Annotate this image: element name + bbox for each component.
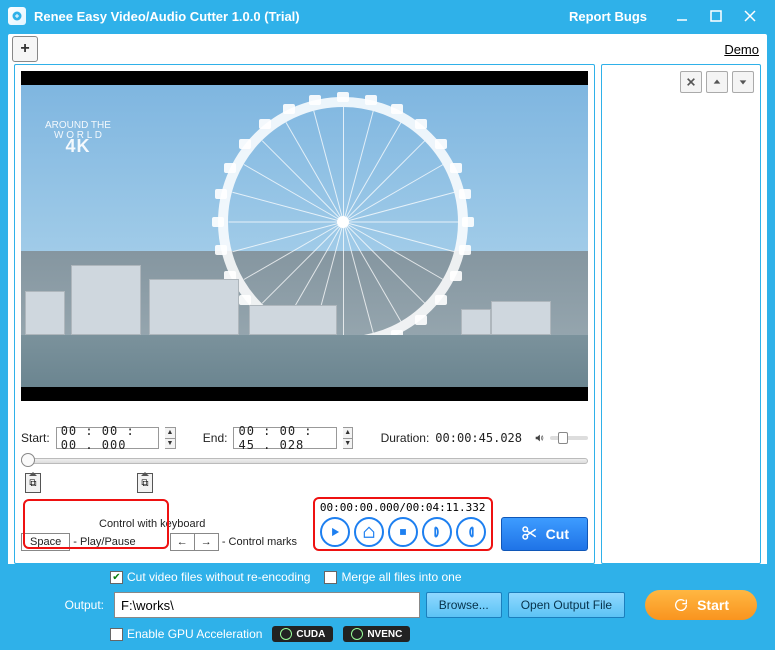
mark-out-button[interactable] [456, 517, 486, 547]
stop-button[interactable] [388, 517, 418, 547]
kbd-space: Space [21, 533, 70, 551]
mark-in-handle[interactable]: ⧉ [25, 473, 41, 493]
timeline[interactable]: ⧉ ⧉ [21, 453, 588, 495]
report-bugs-link[interactable]: Report Bugs [569, 9, 647, 24]
duration-label: Duration: [381, 431, 430, 445]
video-panel: AROUND THE W O R L D 4K [14, 64, 595, 564]
close-button[interactable] [733, 0, 767, 32]
duration-value: 00:00:45.028 [435, 431, 522, 445]
highlight-playback: 00:00:00.000/00:04:11.332 [313, 497, 493, 551]
add-file-button[interactable]: + [12, 36, 38, 62]
play-button[interactable] [320, 517, 350, 547]
browse-button[interactable]: Browse... [426, 592, 502, 618]
no-reencode-checkbox[interactable]: Cut video files without re-encoding [110, 570, 310, 584]
end-time-stepper[interactable]: ▲▼ [343, 427, 353, 449]
cut-button[interactable]: Cut [501, 517, 588, 551]
end-time-input[interactable]: 00 : 00 : 45 . 028 [233, 427, 336, 449]
mark-out-handle[interactable]: ⧉ [137, 473, 153, 493]
demo-link[interactable]: Demo [724, 42, 759, 57]
playback-timecode: 00:00:00.000/00:04:11.332 [320, 501, 486, 514]
start-time-stepper[interactable]: ▲▼ [165, 427, 175, 449]
home-button[interactable] [354, 517, 384, 547]
start-label: Start: [21, 431, 50, 445]
timeline-playhead[interactable] [21, 453, 35, 467]
output-label: Output: [18, 598, 104, 612]
scissors-icon [520, 524, 538, 545]
refresh-icon [673, 597, 689, 613]
video-preview[interactable]: AROUND THE W O R L D 4K [21, 71, 588, 401]
video-watermark: AROUND THE W O R L D 4K [45, 121, 111, 151]
cuda-badge: CUDA [272, 626, 333, 642]
kbd-arrows: ←→ [170, 533, 219, 551]
end-label: End: [203, 431, 228, 445]
clips-panel [601, 64, 761, 564]
output-path-input[interactable] [114, 592, 420, 618]
nvenc-badge: NVENC [343, 626, 410, 642]
volume-slider[interactable] [550, 436, 588, 440]
clip-move-down-button[interactable] [732, 71, 754, 93]
maximize-button[interactable] [699, 0, 733, 32]
minimize-button[interactable] [665, 0, 699, 32]
video-content-skyline [21, 275, 588, 335]
mark-in-button[interactable] [422, 517, 452, 547]
open-output-button[interactable]: Open Output File [508, 592, 625, 618]
start-time-input[interactable]: 00 : 00 : 00 . 000 [56, 427, 159, 449]
window-title: Renee Easy Video/Audio Cutter 1.0.0 (Tri… [34, 9, 300, 24]
start-button[interactable]: Start [645, 590, 757, 620]
merge-checkbox[interactable]: Merge all files into one [324, 570, 461, 584]
gpu-accel-checkbox[interactable]: Enable GPU Acceleration [110, 627, 262, 641]
clip-move-up-button[interactable] [706, 71, 728, 93]
app-icon [8, 7, 26, 25]
volume-icon[interactable] [534, 430, 544, 446]
keyboard-help: Control with keyboard Space - Play/Pause… [21, 518, 297, 551]
clip-remove-button[interactable] [680, 71, 702, 93]
